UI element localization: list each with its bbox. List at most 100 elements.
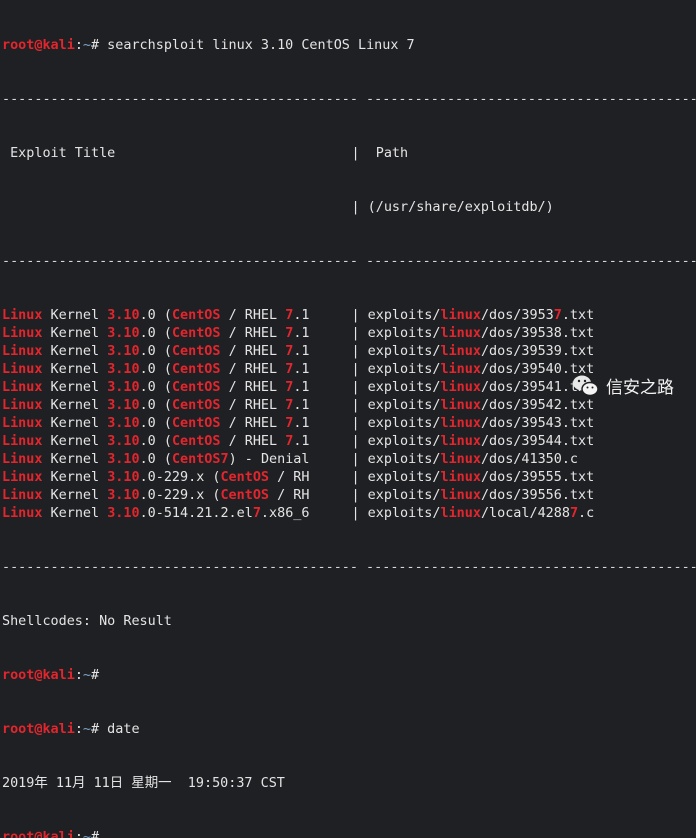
path-text: | exploits/ bbox=[351, 506, 441, 521]
table-row[interactable]: Linux Kernel 3.10.0-514.21.2.el7.x86_6 | … bbox=[2, 505, 696, 523]
prompt-hash: # bbox=[91, 668, 100, 683]
search-match: CentOS bbox=[171, 398, 221, 413]
search-match: CentOS bbox=[171, 344, 221, 359]
search-match: CentOS bbox=[220, 488, 270, 503]
prompt-user: root@kali bbox=[2, 668, 75, 683]
search-match: CentOS bbox=[171, 416, 221, 431]
search-match: 3.10 bbox=[107, 326, 140, 341]
search-match: Linux bbox=[2, 380, 43, 395]
title-text: Kernel bbox=[42, 434, 108, 449]
search-match: linux bbox=[440, 470, 481, 485]
search-match: 3.10 bbox=[107, 470, 140, 485]
path-text: /dos/41350.c bbox=[480, 452, 579, 467]
title-text: Kernel bbox=[42, 416, 108, 431]
search-match: Linux bbox=[2, 416, 43, 431]
shellcodes-line: Shellcodes: No Result bbox=[2, 614, 172, 629]
search-match: 3.10 bbox=[107, 488, 140, 503]
title-text: / RHEL bbox=[220, 398, 286, 413]
search-match: 3.10 bbox=[107, 506, 140, 521]
table-row[interactable]: Linux Kernel 3.10.0 (CentOS / RHEL 7.1 | … bbox=[2, 325, 696, 343]
prompt-user: root@kali bbox=[2, 722, 75, 737]
path-text: | exploits/ bbox=[351, 416, 441, 431]
title-text: .0 ( bbox=[139, 308, 172, 323]
table-row[interactable]: Linux Kernel 3.10.0-229.x (CentOS / RH | … bbox=[2, 487, 696, 505]
search-match: linux bbox=[440, 326, 481, 341]
title-text: Kernel bbox=[42, 488, 108, 503]
title-text: .0 ( bbox=[139, 380, 172, 395]
title-text: .0-229.x ( bbox=[139, 470, 221, 485]
prompt-colon: : bbox=[74, 722, 83, 737]
wechat-icon bbox=[573, 375, 599, 396]
search-match: CentOS bbox=[171, 380, 221, 395]
title-text: .0-229.x ( bbox=[139, 488, 221, 503]
watermark: 信安之路 bbox=[572, 373, 674, 398]
title-text: / RH bbox=[269, 470, 310, 485]
search-match: CentOS bbox=[220, 470, 270, 485]
search-match: Linux bbox=[2, 308, 43, 323]
path-text: /dos/39544.txt bbox=[480, 434, 595, 449]
prompt-path: ~ bbox=[82, 668, 91, 683]
path-text: | exploits/ bbox=[351, 344, 441, 359]
title-text: Kernel bbox=[42, 398, 108, 413]
prompt-colon: : bbox=[74, 668, 83, 683]
exploit-title: Linux Kernel 3.10.0 (CentOS / RHEL 7.1 bbox=[2, 415, 351, 433]
title-text: .0 ( bbox=[139, 344, 172, 359]
table-row[interactable]: Linux Kernel 3.10.0 (CentOS / RHEL 7.1 | … bbox=[2, 307, 696, 325]
title-text: Kernel bbox=[42, 452, 108, 467]
path-text: | exploits/ bbox=[351, 380, 441, 395]
search-match: Linux bbox=[2, 434, 43, 449]
search-match: 3.10 bbox=[107, 416, 140, 431]
exploit-path: | exploits/linux/dos/39539.txt bbox=[351, 344, 594, 359]
terminal-output[interactable]: root@kali:~# searchsploit linux 3.10 Cen… bbox=[2, 1, 696, 838]
path-text: .txt bbox=[561, 308, 595, 323]
exploit-path: | exploits/linux/dos/39541.txt bbox=[351, 380, 594, 395]
search-match: Linux bbox=[2, 452, 43, 467]
search-match: 3.10 bbox=[107, 308, 140, 323]
table-row[interactable]: Linux Kernel 3.10.0 (CentOS / RHEL 7.1 | … bbox=[2, 343, 696, 361]
prompt-colon: : bbox=[74, 830, 83, 838]
table-row[interactable]: Linux Kernel 3.10.0-229.x (CentOS / RH | … bbox=[2, 469, 696, 487]
title-text: Kernel bbox=[42, 506, 108, 521]
exploit-path: | exploits/linux/dos/39555.txt bbox=[351, 470, 594, 485]
search-match: 3.10 bbox=[107, 362, 140, 377]
exploit-path: | exploits/linux/dos/39540.txt bbox=[351, 362, 594, 377]
title-text: / RHEL bbox=[220, 434, 286, 449]
search-match: CentOS bbox=[171, 434, 221, 449]
table-header-path: | (/usr/share/exploitdb/) bbox=[2, 199, 696, 217]
path-text: | exploits/ bbox=[351, 434, 441, 449]
title-text: / RHEL bbox=[220, 308, 286, 323]
prompt-path: ~ bbox=[82, 38, 91, 53]
table-row[interactable]: Linux Kernel 3.10.0 (CentOS / RHEL 7.1 | … bbox=[2, 415, 696, 433]
prompt-hash: # bbox=[91, 830, 100, 838]
title-text: .0-514.21.2.el bbox=[139, 506, 253, 521]
search-match: Linux bbox=[2, 506, 43, 521]
path-text: /dos/39542.txt bbox=[480, 398, 595, 413]
table-row[interactable]: Linux Kernel 3.10.0 (CentOS / RHEL 7.1 | … bbox=[2, 433, 696, 451]
search-match: linux bbox=[440, 380, 481, 395]
table-row[interactable]: Linux Kernel 3.10.0 (CentOS7) - Denial | … bbox=[2, 451, 696, 469]
title-text: .1 bbox=[293, 344, 310, 359]
search-match: linux bbox=[440, 344, 481, 359]
search-match: Linux bbox=[2, 344, 43, 359]
search-match: Linux bbox=[2, 326, 43, 341]
watermark-text: 信安之路 bbox=[606, 378, 674, 398]
title-text: .1 bbox=[293, 308, 310, 323]
separator-line: ----------------------------------------… bbox=[2, 254, 696, 269]
title-text: Kernel bbox=[42, 326, 108, 341]
table-row[interactable]: Linux Kernel 3.10.0 (CentOS / RHEL 7.1 | … bbox=[2, 397, 696, 415]
title-text: / RHEL bbox=[220, 362, 286, 377]
path-text: | exploits/ bbox=[351, 308, 441, 323]
exploit-path: | exploits/linux/dos/41350.c bbox=[351, 452, 578, 467]
search-match: CentOS bbox=[171, 326, 221, 341]
exploit-title: Linux Kernel 3.10.0 (CentOS / RHEL 7.1 bbox=[2, 361, 351, 379]
exploit-path: | exploits/linux/dos/39537.txt bbox=[351, 308, 594, 323]
title-text: .x86_6 bbox=[260, 506, 310, 521]
title-text: / RHEL bbox=[220, 326, 286, 341]
title-text: .0 ( bbox=[139, 434, 172, 449]
prompt-user: root@kali bbox=[2, 38, 75, 53]
separator-line: ----------------------------------------… bbox=[2, 92, 696, 107]
exploit-title: Linux Kernel 3.10.0 (CentOS / RHEL 7.1 bbox=[2, 433, 351, 451]
path-text: | exploits/ bbox=[351, 326, 441, 341]
title-text: .0 ( bbox=[139, 362, 172, 377]
exploit-title: Linux Kernel 3.10.0 (CentOS / RHEL 7.1 bbox=[2, 379, 351, 397]
